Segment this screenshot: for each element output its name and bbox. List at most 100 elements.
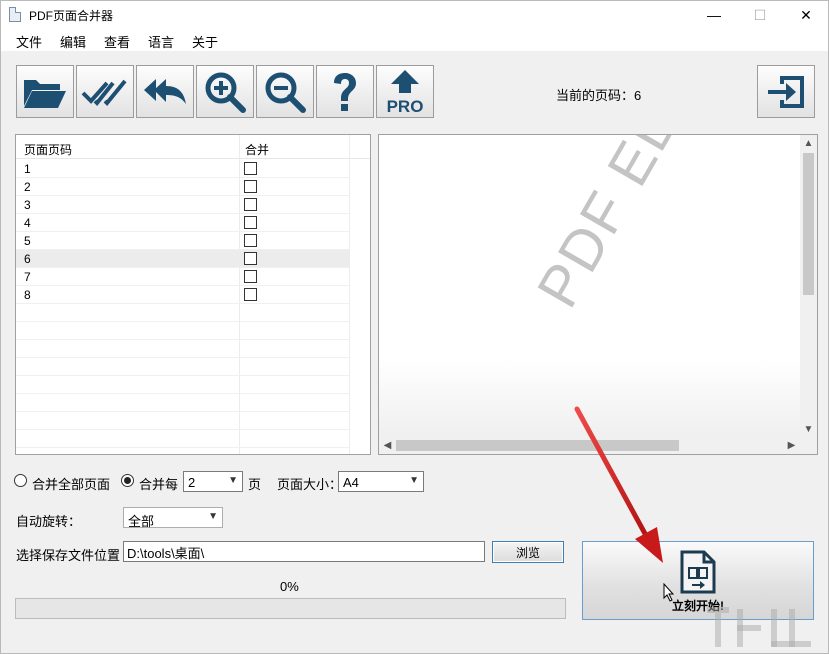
zoom-out-button[interactable] xyxy=(256,65,314,118)
merge-checkbox[interactable] xyxy=(244,252,257,265)
check-all-icon xyxy=(81,79,127,106)
menu-language[interactable]: 语言 xyxy=(148,32,174,51)
auto-rotate-value: 全部 xyxy=(128,514,155,529)
title-bar: PDF页面合并器 — ☐ ✕ xyxy=(1,1,828,29)
page-number: 7 xyxy=(24,270,31,284)
horizontal-scrollbar[interactable]: ◀ ▶ xyxy=(379,437,817,454)
upgrade-pro-icon: PRO xyxy=(387,69,424,115)
progress-percent: 0% xyxy=(280,579,299,594)
zoom-out-icon xyxy=(265,72,306,113)
page-number: 5 xyxy=(24,234,31,248)
menu-edit[interactable]: 编辑 xyxy=(60,32,86,51)
empty-row xyxy=(16,376,349,394)
current-page-label: 当前的页码：6 xyxy=(556,88,642,103)
empty-row xyxy=(16,412,349,430)
merge-checkbox[interactable] xyxy=(244,162,257,175)
table-row-selected[interactable]: 6 xyxy=(16,250,349,268)
merge-every-radio[interactable] xyxy=(121,474,134,487)
page-number: 1 xyxy=(24,162,31,176)
page-size-select[interactable]: A4 ▼ xyxy=(338,471,424,492)
page-preview[interactable]: PDF EDIT ▲ ▼ ◀ ▶ xyxy=(378,134,818,455)
zoom-in-button[interactable] xyxy=(196,65,254,118)
table-row[interactable]: 5 xyxy=(16,232,349,250)
vertical-scrollbar[interactable]: ▲ ▼ xyxy=(800,135,817,438)
help-icon xyxy=(334,72,356,111)
preview-watermark: PDF EDIT xyxy=(524,134,722,319)
column-page-number[interactable]: 页面页码 xyxy=(24,141,72,158)
horizontal-scroll-thumb[interactable] xyxy=(396,440,679,451)
app-window: PDF页面合并器 — ☐ ✕ 文件 编辑 查看 语言 关于 PRO 当前的页码：… xyxy=(0,0,829,654)
mouse-cursor-icon xyxy=(663,583,675,602)
page-size-value: A4 xyxy=(343,475,359,490)
merge-checkbox[interactable] xyxy=(244,180,257,193)
chevron-down-icon: ▼ xyxy=(228,475,238,486)
merge-all-radio[interactable] xyxy=(14,474,27,487)
page-number: 4 xyxy=(24,216,31,230)
progress-bar xyxy=(15,598,566,619)
merge-all-label: 合并全部页面 xyxy=(32,477,111,492)
chevron-down-icon: ▼ xyxy=(208,511,218,522)
table-row[interactable]: 4 xyxy=(16,214,349,232)
table-row[interactable]: 2 xyxy=(16,178,349,196)
window-title: PDF页面合并器 xyxy=(29,9,114,23)
page-number: 8 xyxy=(24,288,31,302)
merge-every-value: 2 xyxy=(188,475,196,490)
page-size-label: 页面大小： xyxy=(277,477,343,492)
zoom-in-icon xyxy=(205,72,246,113)
browse-button[interactable]: 浏览 xyxy=(492,541,564,563)
column-divider xyxy=(349,135,350,454)
column-merge[interactable]: 合并 xyxy=(245,141,269,158)
exit-button[interactable] xyxy=(757,65,815,118)
select-all-button[interactable] xyxy=(76,65,134,118)
menu-file[interactable]: 文件 xyxy=(16,32,42,51)
auto-rotate-select[interactable]: 全部 ▼ xyxy=(123,507,223,529)
page-list-header: 页面页码 合并 xyxy=(16,135,370,159)
menu-bar: 文件 编辑 查看 语言 关于 xyxy=(1,29,828,51)
merge-every-select[interactable]: 2 ▼ xyxy=(183,471,243,492)
table-row[interactable]: 8 xyxy=(16,286,349,304)
merge-checkbox[interactable] xyxy=(244,198,257,211)
open-file-button[interactable] xyxy=(16,65,74,118)
merge-checkbox[interactable] xyxy=(244,216,257,229)
menu-view[interactable]: 查看 xyxy=(104,32,130,51)
merge-checkbox[interactable] xyxy=(244,270,257,283)
empty-row xyxy=(16,358,349,376)
deselect-all-button[interactable] xyxy=(136,65,194,118)
vertical-scroll-thumb[interactable] xyxy=(803,153,814,295)
table-row[interactable]: 7 xyxy=(16,268,349,286)
merge-checkbox[interactable] xyxy=(244,288,257,301)
close-button[interactable]: ✕ xyxy=(783,1,829,29)
minimize-button[interactable]: — xyxy=(691,1,737,29)
maximize-button[interactable]: ☐ xyxy=(737,1,783,29)
scroll-left-icon[interactable]: ◀ xyxy=(379,437,396,454)
save-path-input[interactable] xyxy=(123,541,485,562)
page-number: 3 xyxy=(24,198,31,212)
table-row[interactable]: 3 xyxy=(16,196,349,214)
page-number: 6 xyxy=(24,252,31,266)
reply-all-icon xyxy=(144,78,186,104)
empty-row xyxy=(16,394,349,412)
auto-rotate-label: 自动旋转： xyxy=(16,514,82,529)
menu-about[interactable]: 关于 xyxy=(192,32,218,51)
scroll-down-icon[interactable]: ▼ xyxy=(800,421,817,438)
scroll-right-icon[interactable]: ▶ xyxy=(783,437,800,454)
table-row[interactable]: 1 xyxy=(16,160,349,178)
site-watermark-logo xyxy=(701,599,821,654)
app-document-icon xyxy=(9,7,21,22)
empty-row xyxy=(16,430,349,448)
save-location-label: 选择保存文件位置 xyxy=(16,548,121,563)
help-button[interactable] xyxy=(316,65,374,118)
empty-row xyxy=(16,322,349,340)
page-list[interactable]: 页面页码 合并 1 2 3 4 5 6 7 8 xyxy=(15,134,371,455)
upgrade-pro-button[interactable]: PRO xyxy=(376,65,434,118)
empty-row xyxy=(16,304,349,322)
empty-row xyxy=(16,340,349,358)
page-number: 2 xyxy=(24,180,31,194)
svg-text:PRO: PRO xyxy=(387,97,424,115)
scroll-up-icon[interactable]: ▲ xyxy=(800,135,817,152)
pages-unit-label: 页 xyxy=(248,477,262,492)
merge-checkbox[interactable] xyxy=(244,234,257,247)
open-folder-icon xyxy=(24,79,66,108)
merge-every-label: 合并每 xyxy=(139,477,179,492)
exit-icon xyxy=(768,75,804,108)
